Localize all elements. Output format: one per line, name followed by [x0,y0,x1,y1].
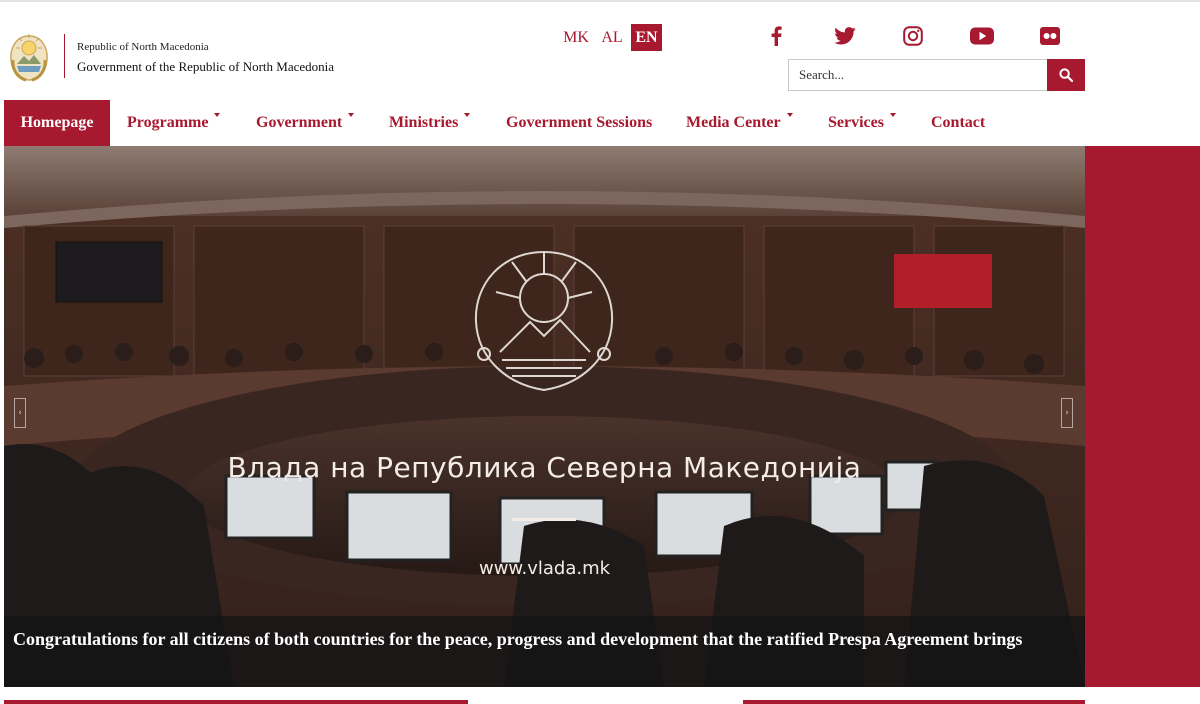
language-en[interactable]: EN [631,24,662,51]
search-button[interactable] [1047,59,1085,91]
nav-item-media-center[interactable]: Media Center [686,100,793,146]
caret-down-icon [214,113,221,117]
language-mk[interactable]: MK [560,24,592,51]
language-al[interactable]: AL [597,24,627,51]
nav-item-label: Ministries [389,114,459,131]
nav-item-label: Government [256,114,343,131]
caret-down-icon [464,113,471,117]
instagram-icon[interactable] [900,24,926,48]
nav-item-ministries[interactable]: Ministries [389,100,471,146]
hero-title: Влада на Република Северна Македонија [227,451,862,484]
slider-prev-arrow[interactable]: ‹ [14,398,26,428]
nav-item-government-sessions[interactable]: Government Sessions [506,100,652,146]
nav-item-programme[interactable]: Programme [127,100,221,146]
hero-url: www.vlada.mk [478,558,611,579]
nav-item-label: Government Sessions [506,114,653,131]
nav-item-label: Homepage [20,114,94,131]
hero-side-panel [1085,146,1200,687]
main-navigation: Homepage Programme Government Ministries… [0,100,1200,146]
search-icon [1059,68,1073,82]
caret-down-icon [786,113,793,117]
twitter-icon[interactable] [832,24,858,48]
logo-divider [64,34,65,78]
nav-item-label: Programme [127,114,209,131]
nav-item-contact[interactable]: Contact [931,100,985,146]
nav-item-homepage[interactable]: Homepage [4,100,110,146]
logo-country-name[interactable]: Republic of North Macedonia [77,41,209,53]
section-header-bar-left [4,700,468,704]
slider-next-arrow[interactable]: › [1061,398,1073,428]
nav-item-services[interactable]: Services [828,100,896,146]
flickr-icon[interactable] [1037,24,1063,48]
section-header-bar-right [743,700,1085,704]
nav-item-label: Services [828,114,884,131]
top-border [0,0,1200,2]
youtube-icon[interactable] [969,24,995,48]
nav-item-label: Contact [931,114,986,131]
caret-down-icon [348,113,355,117]
nav-item-label: Media Center [686,114,781,131]
caret-down-icon [889,113,896,117]
nav-item-government[interactable]: Government [256,100,355,146]
hero-divider [512,518,576,521]
slide-caption-text: Congratulations for all citizens of both… [13,629,1023,649]
hero-photo [4,146,1085,687]
hero-slider[interactable]: ‹ › Влада на Република Северна Македониј… [4,146,1085,687]
macedonia-emblem-icon[interactable] [6,30,52,84]
search-input[interactable] [788,59,1048,91]
logo-government-name[interactable]: Government of the Republic of North Mace… [77,59,334,75]
facebook-icon[interactable] [763,24,789,48]
slide-caption[interactable]: Congratulations for all citizens of both… [4,616,1085,687]
